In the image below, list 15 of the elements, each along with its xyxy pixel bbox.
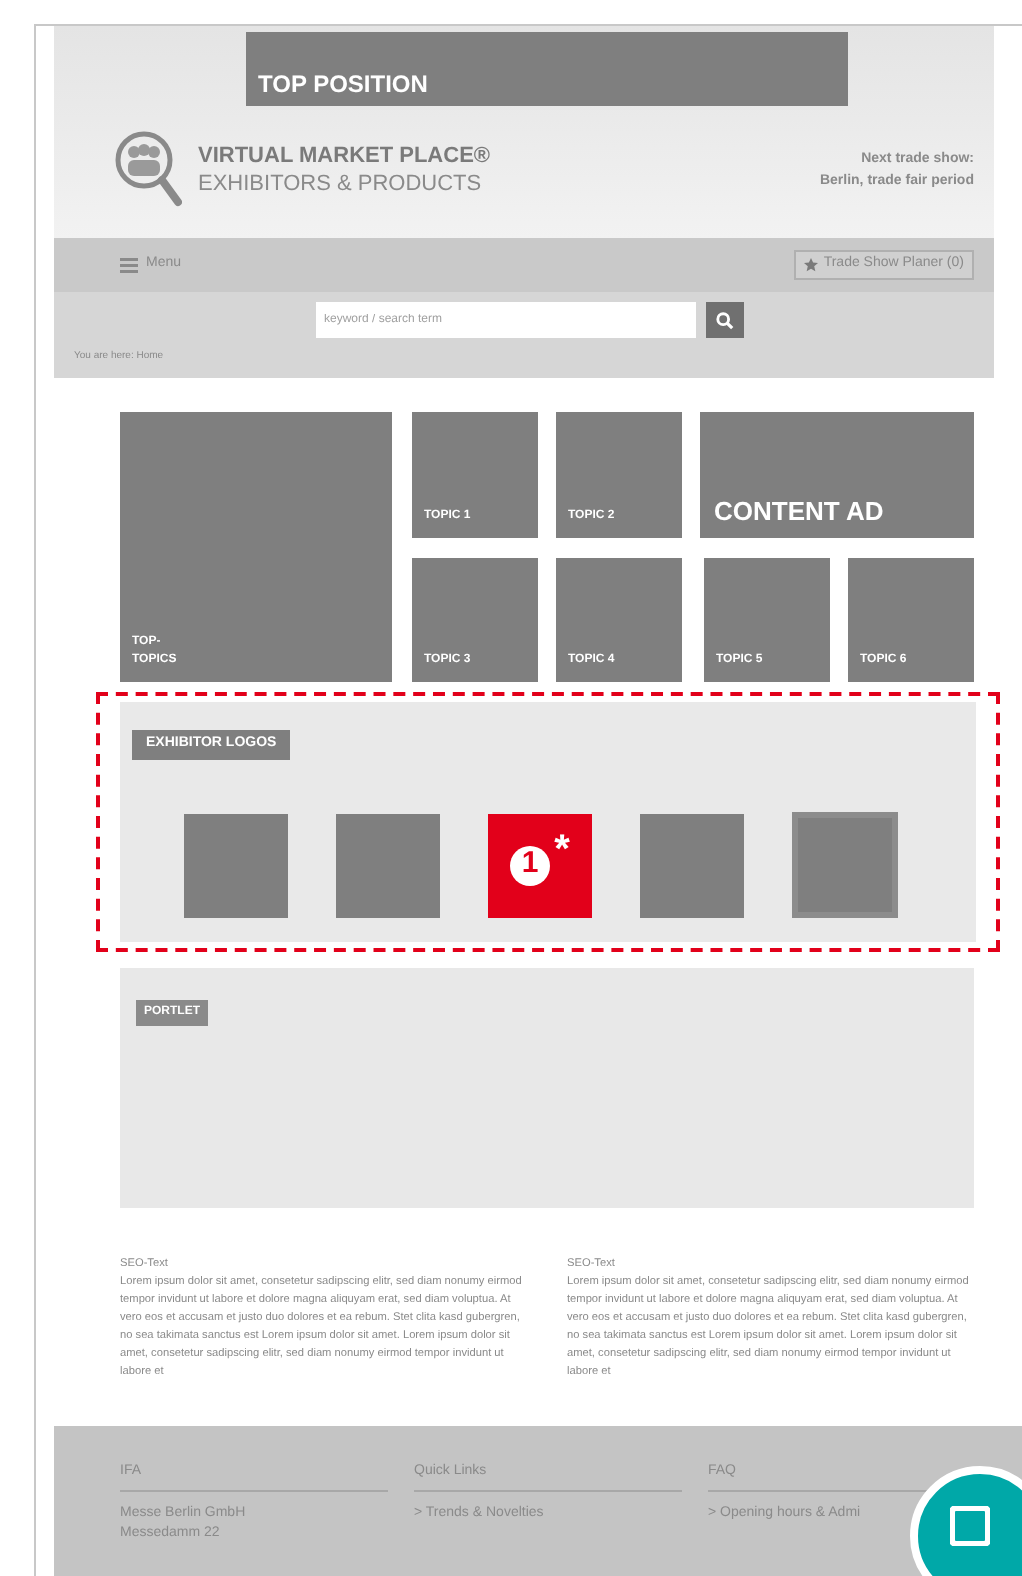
logo-placeholder [336,813,440,917]
logo-subtitle: EXHIBITORS & PRODUCTS [198,169,484,197]
search-icon [716,311,734,329]
number-marker: 1 [510,845,551,885]
logo-placeholder [792,812,898,918]
logo-title: VIRTUAL MARKET PLACE® [198,143,491,169]
logo-placeholder [184,813,288,917]
menu-icon [120,257,138,273]
content-ad-label: CONTENT AD [714,493,884,529]
star-icon [803,258,818,272]
search-button[interactable] [706,302,744,338]
asterisk: * [554,829,570,869]
logo-placeholder [640,813,744,917]
magnifier-people-icon [114,130,182,210]
banner-label: TOP POSITION [258,68,428,102]
